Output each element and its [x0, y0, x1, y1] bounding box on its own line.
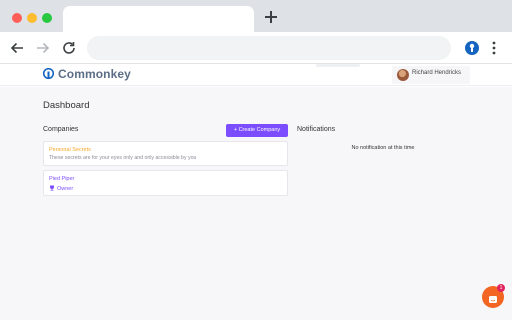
forward-arrow-icon[interactable]: [34, 39, 52, 57]
user-menu[interactable]: Richard Hendricks: [392, 66, 470, 84]
company-card-pied-piper[interactable]: Pied Piper Owner: [43, 170, 288, 196]
company-card-title: Pied Piper: [49, 176, 75, 182]
commonkey-logo-icon: [42, 67, 55, 81]
page-title: Dashboard: [43, 100, 90, 111]
company-card-subtitle: These secrets are for your eyes only and…: [49, 155, 197, 161]
dashboard-main: Dashboard Companies + Create Company Per…: [0, 87, 512, 320]
extension-icon[interactable]: [464, 39, 480, 57]
chat-bubble-icon: [488, 292, 498, 303]
notifications-empty-text: No notification at this time: [351, 145, 415, 151]
reload-icon[interactable]: [60, 39, 78, 57]
notifications-heading: Notifications: [297, 126, 336, 133]
create-company-button[interactable]: + Create Company: [226, 124, 288, 137]
brand-name[interactable]: Commonkey: [58, 67, 131, 81]
user-name: Richard Hendricks: [412, 70, 462, 76]
trophy-icon: [50, 185, 54, 191]
window-minimize-button[interactable]: [27, 13, 37, 23]
back-arrow-icon[interactable]: [8, 39, 26, 57]
browser-toolbar: [0, 32, 512, 64]
browser-tab-strip: [0, 0, 512, 32]
companies-heading: Companies: [43, 126, 79, 133]
window-close-button[interactable]: [12, 13, 22, 23]
browser-tab[interactable]: [63, 6, 254, 32]
company-card-title: Personal Secrets: [49, 147, 91, 153]
app-header: Commonkey Richard Hendricks: [0, 64, 512, 86]
company-role-label: Owner: [57, 186, 74, 192]
address-bar[interactable]: [87, 36, 451, 60]
window-maximize-button[interactable]: [42, 13, 52, 23]
avatar: [397, 69, 409, 81]
kebab-menu-icon[interactable]: [488, 39, 500, 57]
header-divider: [316, 64, 360, 67]
company-card-personal-secrets[interactable]: Personal Secrets These secrets are for y…: [43, 141, 288, 166]
new-tab-plus-icon[interactable]: [262, 8, 280, 26]
company-card-role: Owner: [49, 185, 73, 192]
chat-unread-badge: 1: [497, 284, 505, 292]
